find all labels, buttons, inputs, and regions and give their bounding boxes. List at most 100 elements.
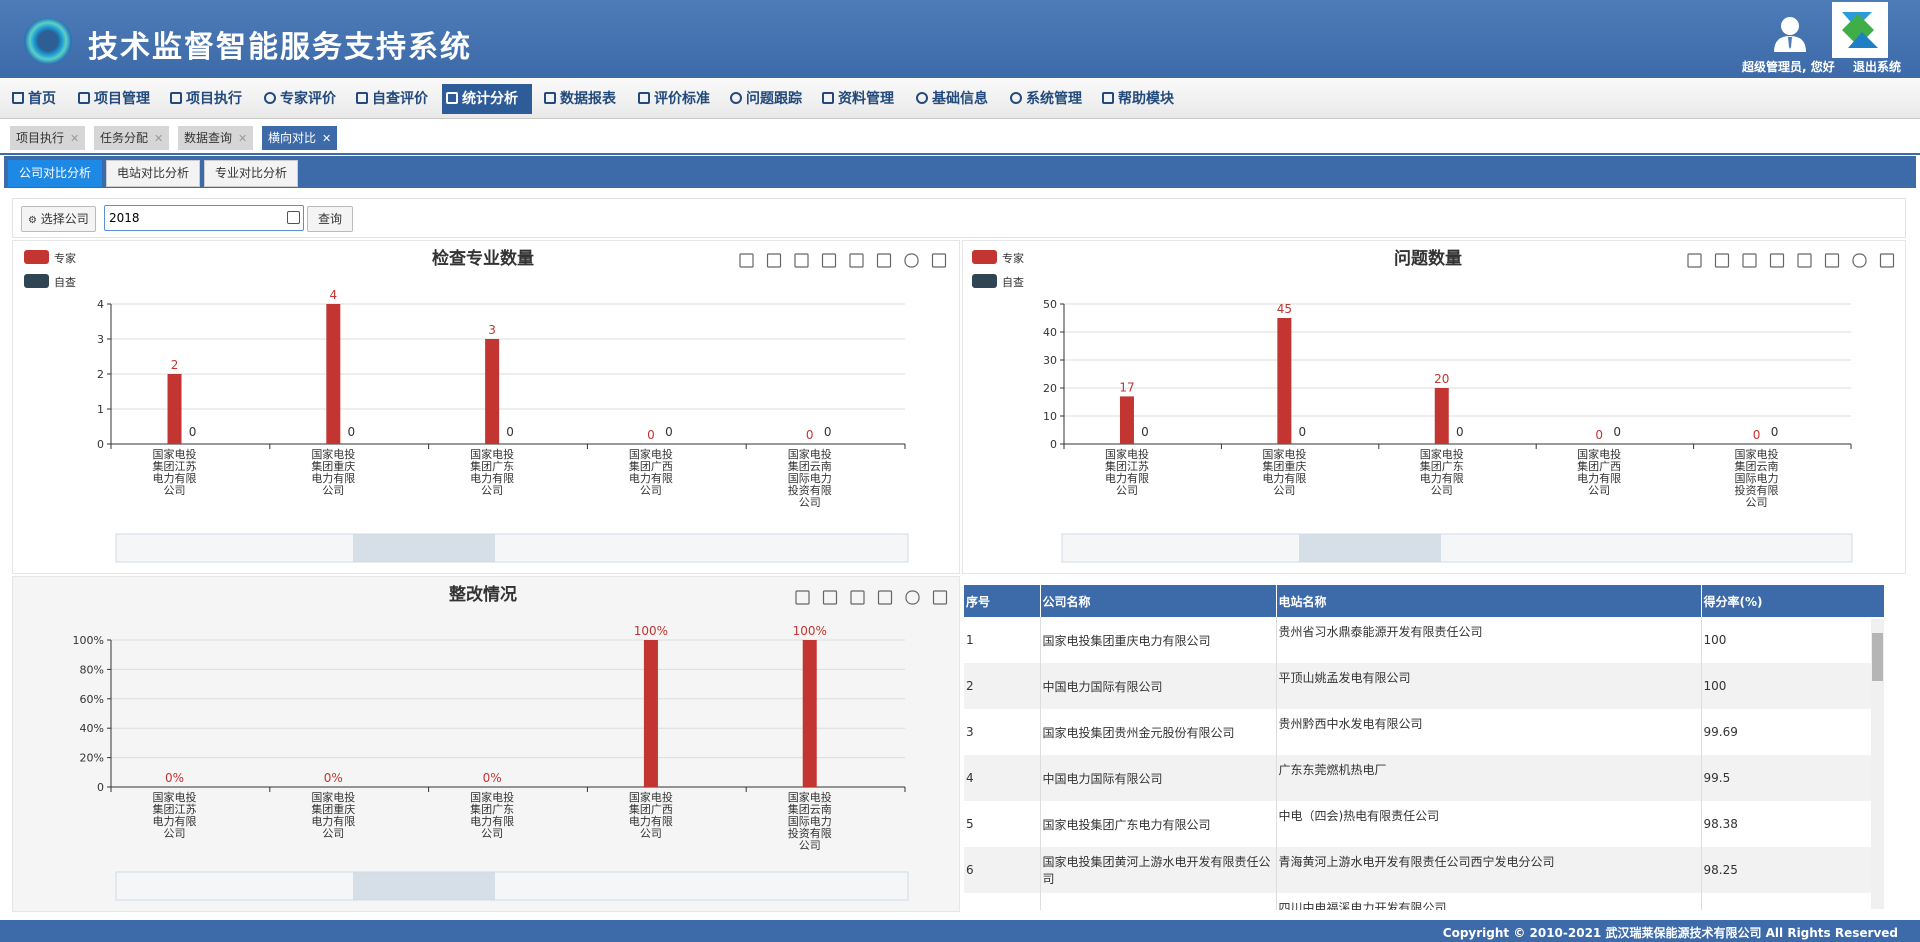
table-cell: 3 bbox=[964, 709, 1041, 755]
page-footer: Copyright © 2010-2021 武汉瑞莱保能源技术有限公司 All … bbox=[0, 920, 1920, 942]
logout-link[interactable]: 退出系统 bbox=[1853, 60, 1901, 74]
copyright-text: Copyright © 2010-2021 武汉瑞莱保能源技术有限公司 All … bbox=[1442, 926, 1898, 940]
table-cell: 2 bbox=[964, 663, 1041, 709]
score-table-panel: 序号 公司名称 电站名称 得分率(%) 1 国家电投集团重庆电力有限公司 贵州省习水… bbox=[964, 585, 1884, 910]
table-cell: 中国电力国际有限公司 bbox=[1040, 755, 1277, 801]
user-avatar-icon[interactable] bbox=[1770, 14, 1810, 54]
table-cell: 平顶山姚孟发电有限公司 bbox=[1276, 663, 1702, 709]
subtab-station-compare[interactable]: 电站对比分析 bbox=[106, 160, 201, 187]
table-cell: 广东东莞燃机热电厂 bbox=[1276, 755, 1702, 801]
table-cell: 100 bbox=[1701, 617, 1884, 663]
nav-standards[interactable]: 评价标准 bbox=[634, 84, 716, 114]
close-icon[interactable]: ✕ bbox=[322, 132, 331, 145]
query-button[interactable]: 查询 bbox=[307, 206, 354, 232]
brand-corner-icon bbox=[1832, 2, 1888, 58]
question-icon bbox=[730, 92, 742, 104]
nav-statistics[interactable]: 统计分析 bbox=[442, 84, 532, 114]
header-links: 超级管理员, 您好 退出系统 bbox=[1742, 58, 1915, 75]
table-cell: 国家电投集团广东电力有限公司 bbox=[1040, 801, 1277, 847]
nav-self-evaluation[interactable]: 自查评价 bbox=[352, 84, 438, 114]
gear-icon bbox=[1010, 92, 1022, 104]
table-cell: 四川中电福溪电力开发有限公司 bbox=[1276, 893, 1702, 910]
table-cell bbox=[1701, 893, 1884, 910]
table-row[interactable]: 4 中国电力国际有限公司 广东东莞燃机热电厂 99.5 bbox=[964, 755, 1884, 801]
tab-data-query[interactable]: 数据查询 ✕ bbox=[178, 126, 254, 150]
table-cell: 国家电投集团贵州金元股份有限公司 bbox=[1040, 709, 1277, 755]
table-row[interactable]: 2 中国电力国际有限公司 平顶山姚孟发电有限公司 100 bbox=[964, 663, 1884, 709]
subtab-company-compare[interactable]: 公司对比分析 bbox=[8, 160, 103, 187]
table-scrollbar[interactable] bbox=[1871, 619, 1884, 909]
col-header[interactable]: 序号 bbox=[964, 585, 1041, 617]
table-cell: 贵州省习水鼎泰能源开发有限责任公司 bbox=[1276, 617, 1702, 663]
scrollbar-thumb[interactable] bbox=[1872, 633, 1883, 681]
table-cell: 中电（四会)热电有限责任公司 bbox=[1276, 801, 1702, 847]
calendar-icon[interactable] bbox=[287, 211, 300, 224]
table-row[interactable]: 3 国家电投集团贵州金元股份有限公司 贵州黔西中水发电有限公司 99.69 bbox=[964, 709, 1884, 755]
globe-icon bbox=[916, 92, 928, 104]
nav-system-management[interactable]: 系统管理 bbox=[1006, 84, 1092, 114]
card-icon bbox=[78, 92, 90, 104]
nav-reports[interactable]: 数据报表 bbox=[540, 84, 624, 114]
table-cell: 100 bbox=[1701, 663, 1884, 709]
table-cell: 99.69 bbox=[1701, 709, 1884, 755]
user-icon bbox=[264, 92, 276, 104]
gear-icon: ⚙ bbox=[28, 215, 37, 226]
nav-project-execution[interactable]: 项目执行 bbox=[166, 84, 250, 114]
close-icon[interactable]: ✕ bbox=[154, 132, 163, 145]
table-cell: 贵州黔西中水发电有限公司 bbox=[1276, 709, 1702, 755]
chart-panel-issues bbox=[962, 240, 1906, 574]
table-cell: 98.25 bbox=[1701, 847, 1884, 893]
score-table: 序号 公司名称 电站名称 得分率(%) 1 国家电投集团重庆电力有限公司 贵州省习水… bbox=[964, 585, 1884, 910]
table-row[interactable]: 7 四川中电福溪电力开发有限公司 bbox=[964, 893, 1884, 910]
select-company-button[interactable]: ⚙ 选择公司 bbox=[21, 206, 96, 232]
book-icon bbox=[1102, 92, 1114, 104]
app-header: 技术监督智能服务支持系统 超级管理员, 您好 退出系统 bbox=[0, 0, 1920, 78]
table-cell: 青海黄河上游水电开发有限责任公司西宁发电分公司 bbox=[1276, 847, 1702, 893]
tab-horizontal-compare[interactable]: 横向对比 ✕ bbox=[262, 126, 338, 150]
table-cell: 99.5 bbox=[1701, 755, 1884, 801]
year-input[interactable] bbox=[104, 205, 304, 231]
home-icon bbox=[12, 92, 24, 104]
nav-issue-tracking[interactable]: 问题跟踪 bbox=[726, 84, 812, 114]
nav-help[interactable]: 帮助模块 bbox=[1098, 84, 1184, 114]
table-cell: 国家电投集团黄河上游水电开发有限责任公司 bbox=[1040, 847, 1277, 893]
close-icon[interactable]: ✕ bbox=[70, 132, 79, 145]
table-row[interactable]: 6 国家电投集团黄河上游水电开发有限责任公司 青海黄河上游水电开发有限责任公司西宁发… bbox=[964, 847, 1884, 893]
nav-documents[interactable]: 资料管理 bbox=[818, 84, 904, 114]
chart-icon bbox=[446, 92, 458, 104]
file-icon bbox=[544, 92, 556, 104]
subtab-specialty-compare[interactable]: 专业对比分析 bbox=[204, 160, 299, 187]
page-tabs: 项目执行 ✕ 任务分配 ✕ 数据查询 ✕ 横向对比 ✕ bbox=[0, 119, 1920, 155]
table-cell: 6 bbox=[964, 847, 1041, 893]
col-header[interactable]: 电站名称 bbox=[1276, 585, 1702, 617]
tab-project-execution[interactable]: 项目执行 ✕ bbox=[10, 126, 86, 150]
nav-basic-info[interactable]: 基础信息 bbox=[912, 84, 998, 114]
table-row[interactable]: 1 国家电投集团重庆电力有限公司 贵州省习水鼎泰能源开发有限责任公司 100 bbox=[964, 617, 1884, 663]
table-cell: 5 bbox=[964, 801, 1041, 847]
table-cell: 中国电力国际有限公司 bbox=[1040, 663, 1277, 709]
chart-panel-specialty bbox=[12, 240, 960, 574]
app-logo bbox=[24, 18, 72, 64]
nav-expert-evaluation[interactable]: 专家评价 bbox=[260, 84, 344, 114]
list-icon bbox=[638, 92, 650, 104]
table-row[interactable]: 5 国家电投集团广东电力有限公司 中电（四会)热电有限责任公司 98.38 bbox=[964, 801, 1884, 847]
nav-home[interactable]: 首页 bbox=[8, 84, 64, 114]
table-cell: 1 bbox=[964, 617, 1041, 663]
tab-task-assignment[interactable]: 任务分配 ✕ bbox=[94, 126, 170, 150]
app-title: 技术监督智能服务支持系统 bbox=[88, 30, 472, 65]
main-nav: 首页 项目管理 项目执行 专家评价 自查评价 统计分析 数据报表 评价标准 问题… bbox=[0, 78, 1920, 119]
table-cell bbox=[1040, 893, 1277, 910]
analysis-subtabs: 公司对比分析 电站对比分析 专业对比分析 bbox=[4, 156, 1916, 188]
book-icon bbox=[170, 92, 182, 104]
user-greeting: 超级管理员, 您好 bbox=[1742, 60, 1835, 74]
chart-panel-rectification bbox=[12, 576, 960, 912]
table-cell: 国家电投集团重庆电力有限公司 bbox=[1040, 617, 1277, 663]
table-cell: 7 bbox=[964, 893, 1041, 910]
col-header[interactable]: 公司名称 bbox=[1040, 585, 1277, 617]
nav-project-management[interactable]: 项目管理 bbox=[74, 84, 158, 114]
table-cell: 4 bbox=[964, 755, 1041, 801]
col-header[interactable]: 得分率(%) bbox=[1701, 585, 1884, 617]
doc-icon bbox=[356, 92, 368, 104]
table-header-row: 序号 公司名称 电站名称 得分率(%) bbox=[964, 585, 1884, 617]
close-icon[interactable]: ✕ bbox=[238, 132, 247, 145]
